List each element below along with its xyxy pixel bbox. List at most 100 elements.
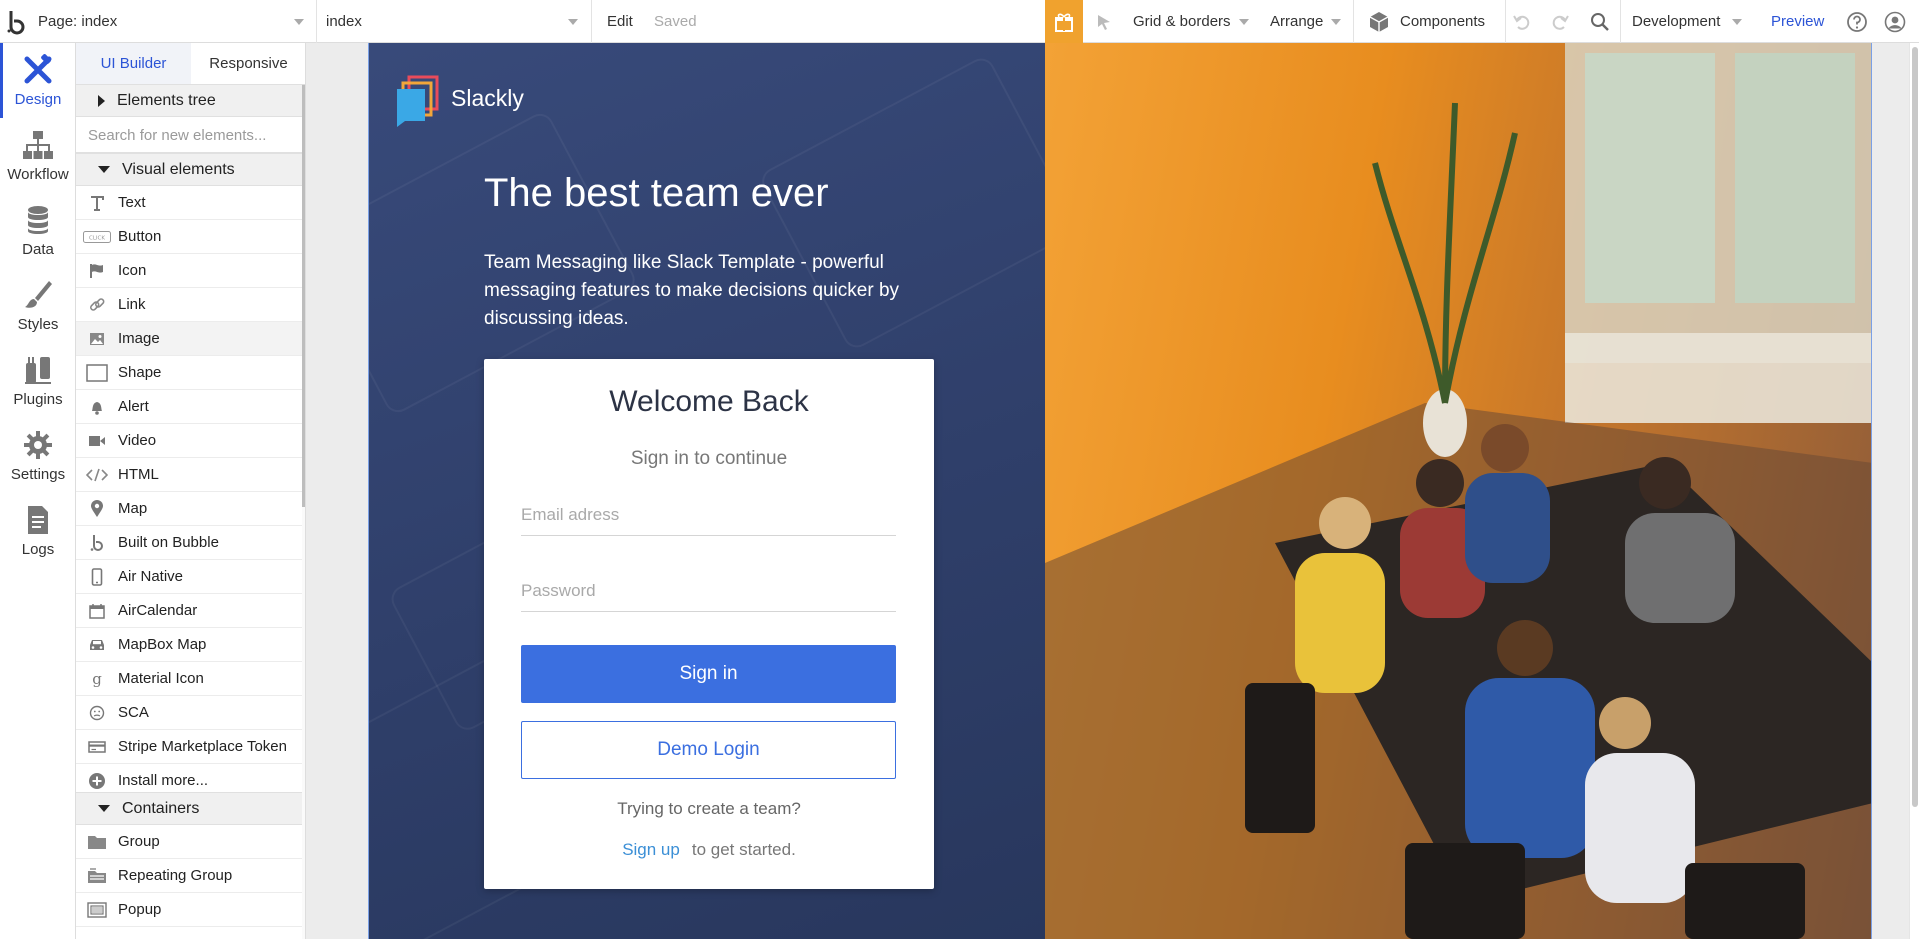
element-item-aircalendar[interactable]: AirCalendar (76, 594, 302, 628)
select-cursor-icon[interactable] (1095, 0, 1113, 43)
visual-elements-section[interactable]: Visual elements (76, 153, 302, 186)
email-input[interactable] (521, 486, 896, 535)
element-item-air-native[interactable]: Air Native (76, 560, 302, 594)
rail-item-label: Data (22, 241, 54, 258)
page-preview: Slackly The best team ever Team Messagin… (368, 43, 1872, 939)
popup-icon (82, 901, 112, 918)
gift-icon[interactable] (1045, 0, 1083, 43)
element-item-video[interactable]: Video (76, 424, 302, 458)
canvas-scrollbar-thumb[interactable] (1912, 47, 1918, 807)
element-item-label: MapBox Map (118, 636, 207, 653)
element-item-stripe-token[interactable]: Stripe Marketplace Token (76, 730, 302, 764)
element-search-input[interactable] (88, 127, 288, 144)
chevron-down-icon (1331, 18, 1342, 25)
rail-item-plugins[interactable]: Plugins (0, 343, 76, 418)
email-field (521, 486, 896, 536)
rail-item-label: Styles (17, 316, 59, 333)
grid-borders-label: Grid & borders (1133, 13, 1231, 30)
rail-item-styles[interactable]: Styles (0, 268, 76, 343)
element-item-built-on-bubble[interactable]: Built on Bubble (76, 526, 302, 560)
card-icon (82, 740, 112, 754)
element-item-popup[interactable]: Popup (76, 893, 302, 927)
rail-item-data[interactable]: Data (0, 193, 76, 268)
signin-button[interactable]: Sign in (521, 645, 896, 703)
tab-ui-builder[interactable]: UI Builder (76, 43, 191, 84)
redo-icon[interactable] (1550, 0, 1570, 43)
grid-borders-menu[interactable]: Grid & borders (1133, 0, 1249, 43)
tab-responsive[interactable]: Responsive (191, 43, 305, 84)
arrange-menu[interactable]: Arrange (1270, 0, 1342, 43)
element-item-label: Video (118, 432, 157, 449)
login-hero-panel[interactable]: Slackly The best team ever Team Messagin… (369, 43, 1045, 939)
car-icon (82, 638, 112, 652)
element-item-label: Image (118, 330, 160, 347)
cube-icon (1369, 11, 1389, 32)
element-item-map[interactable]: Map (76, 492, 302, 526)
team-photo-illustration (1045, 43, 1871, 939)
brush-icon (25, 281, 52, 308)
rail-item-settings[interactable]: Settings (0, 418, 76, 493)
element-item-text[interactable]: Text (76, 186, 302, 220)
chevron-down-icon (1238, 18, 1249, 25)
element-item-label: Button (118, 228, 162, 245)
chevron-down-icon (294, 18, 304, 25)
element-item-label: Install more... (118, 772, 209, 789)
element-item-sca[interactable]: SCA (76, 696, 302, 730)
element-item-html[interactable]: HTML (76, 458, 302, 492)
element-item-alert[interactable]: Alert (76, 390, 302, 424)
material-g-icon: g (92, 669, 102, 688)
section-label: Elements tree (117, 91, 216, 109)
element-item-icon[interactable]: Icon (76, 254, 302, 288)
element-item-image[interactable]: Image (76, 322, 302, 356)
element-item-mapbox-map[interactable]: MapBox Map (76, 628, 302, 662)
preview-button[interactable]: Preview (1771, 0, 1824, 43)
slackly-logo-icon (395, 75, 439, 132)
text-icon (82, 195, 112, 211)
panel-tabs: UI Builder Responsive (76, 43, 305, 85)
top-toolbar: Page: index index Edit Saved Grid & bord… (0, 0, 1919, 43)
card-subtitle: Sign in to continue (630, 448, 788, 469)
environment-menu[interactable]: Development (1632, 0, 1743, 43)
rail-item-design[interactable]: Design (0, 43, 76, 118)
team-photo[interactable] (1045, 43, 1871, 939)
chevron-down-icon (1732, 18, 1743, 25)
components-button[interactable]: Components (1368, 0, 1485, 43)
element-search (76, 119, 302, 153)
password-field (521, 562, 896, 612)
phone-icon (82, 567, 112, 586)
rail-item-workflow[interactable]: Workflow (0, 118, 76, 193)
element-item-button[interactable]: CLICK Button (76, 220, 302, 254)
plug-icon (25, 357, 51, 384)
page-selector[interactable]: Page: index (38, 0, 308, 43)
search-icon[interactable] (1590, 0, 1610, 43)
components-label: Components (1400, 13, 1486, 30)
containers-section[interactable]: Containers (76, 792, 302, 825)
smiley-icon (82, 705, 112, 721)
element-item-label: Link (118, 296, 146, 313)
element-selector-label: index (326, 13, 362, 30)
rail-item-logs[interactable]: Logs (0, 493, 76, 568)
edit-menu[interactable]: Edit (607, 0, 633, 43)
element-item-label: Text (118, 194, 146, 211)
workflow-icon (23, 131, 53, 159)
demo-login-button[interactable]: Demo Login (521, 721, 896, 779)
element-item-material-icon[interactable]: g Material Icon (76, 662, 302, 696)
signup-tail: to get started. (691, 840, 796, 859)
element-selector[interactable]: index (326, 0, 582, 43)
element-item-shape[interactable]: Shape (76, 356, 302, 390)
element-item-repeating-group[interactable]: Repeating Group (76, 859, 302, 893)
element-item-group[interactable]: Group (76, 825, 302, 859)
section-label: Visual elements (122, 160, 235, 178)
help-icon[interactable] (1846, 0, 1868, 43)
account-icon[interactable] (1884, 0, 1906, 43)
signup-link[interactable]: Sign up (622, 840, 680, 859)
undo-icon[interactable] (1512, 0, 1532, 43)
element-item-label: Icon (118, 262, 147, 279)
password-input[interactable] (521, 562, 896, 611)
elements-tree-toggle[interactable]: Elements tree (76, 84, 302, 117)
bubble-logo-icon[interactable] (6, 0, 28, 43)
element-item-link[interactable]: Link (76, 288, 302, 322)
database-icon (28, 206, 48, 234)
rail-item-label: Logs (21, 541, 55, 558)
canvas-vertical-scrollbar[interactable] (1909, 43, 1919, 939)
